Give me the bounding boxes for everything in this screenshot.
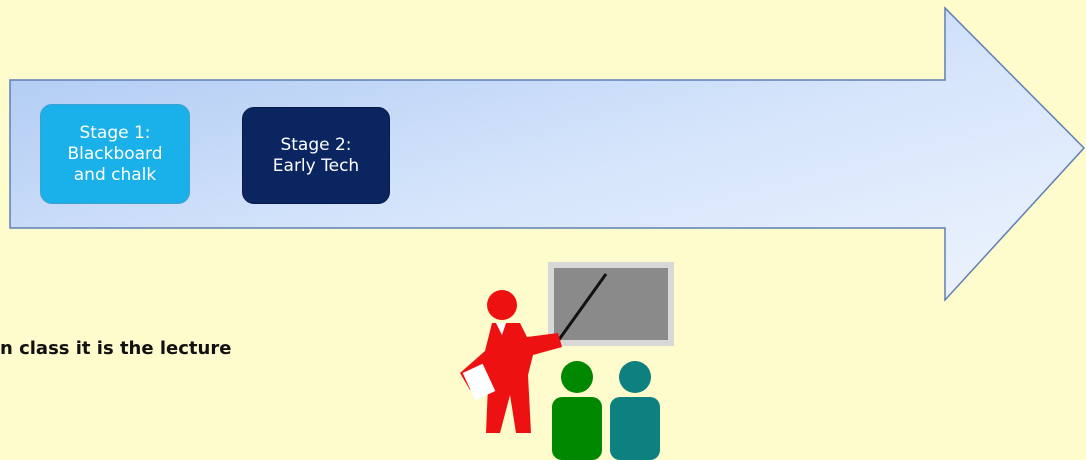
student-1-figure: [552, 361, 602, 460]
stage-2-label: Stage 2: Early Tech: [272, 134, 360, 176]
teacher-presenting-icon: [460, 262, 674, 460]
teacher-figure: [460, 290, 562, 433]
board-surface: [554, 268, 668, 340]
stage-2-box[interactable]: Stage 2: Early Tech: [242, 107, 390, 204]
stage-1-box[interactable]: Stage 1: Blackboard and chalk: [40, 104, 190, 204]
body-text-line: n class it is the lecture: [0, 338, 340, 359]
body-text: n class it is the lecture: [0, 338, 232, 359]
stage-1-label: Stage 1: Blackboard and chalk: [67, 122, 163, 185]
slide: Stage 1: Blackboard and chalk Stage 2: E…: [0, 0, 1086, 460]
student-2-figure: [610, 361, 660, 460]
